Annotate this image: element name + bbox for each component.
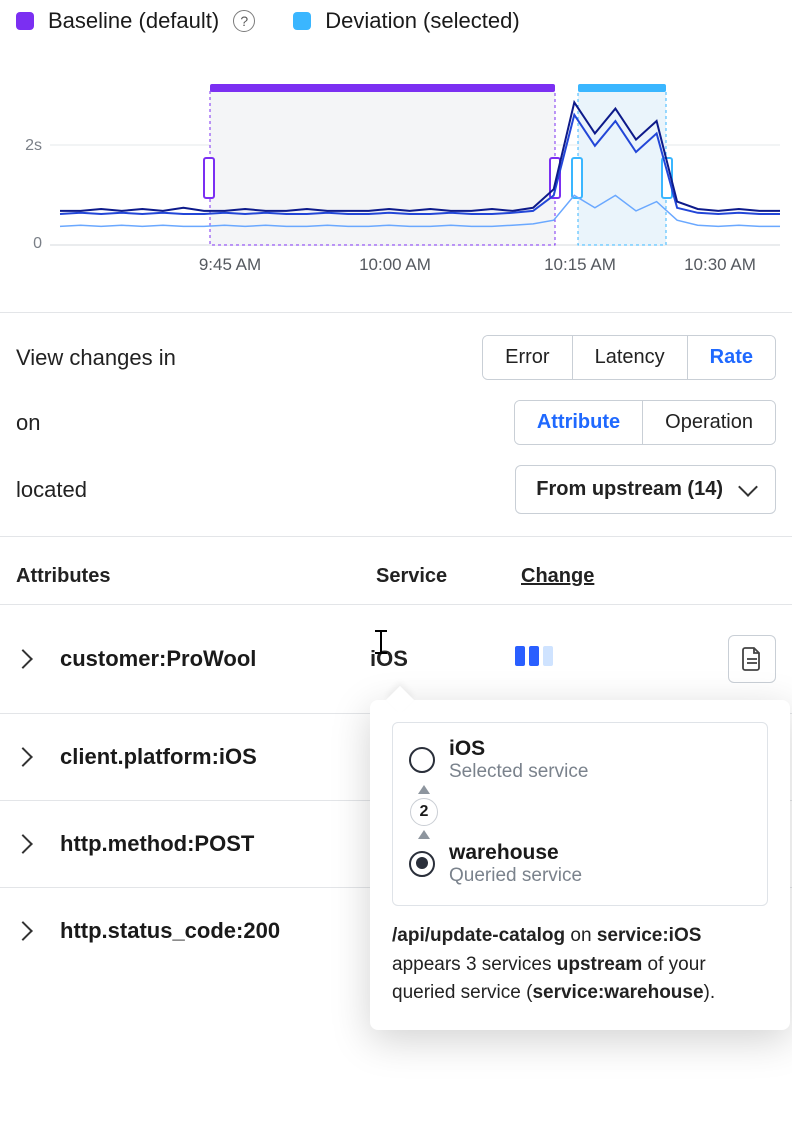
deviation-swatch [293,12,311,30]
expand-chevron-icon[interactable] [13,747,33,767]
chart-svg: 2s 0 9:45 AM 10:00 AM 10:15 AM 10:30 AM [0,50,792,280]
location-dropdown[interactable]: From upstream (14) [515,465,776,514]
groupby-attribute[interactable]: Attribute [515,401,642,444]
hop-count: 2 [410,798,438,826]
document-icon [741,646,763,672]
deviation-label: Deviation (selected) [325,8,519,34]
divider-2 [0,536,792,537]
x-tick-0: 9:45 AM [199,255,261,274]
connector: 2 [409,785,439,839]
latency-chart[interactable]: 2s 0 9:45 AM 10:00 AM 10:15 AM 10:30 AM [0,40,792,300]
service-path-popover: iOS Selected service 2 warehouse Queried… [370,700,790,1030]
selected-service-name: iOS [449,737,588,761]
chart-legend: Baseline (default) ? Deviation (selected… [0,0,792,40]
deviation-selection[interactable] [578,90,666,245]
attributes-table-header: Attributes Service Change [0,549,792,605]
service-label: iOS [370,646,515,672]
attribute-label: http.method:POST [60,831,370,857]
label-located: located [16,477,87,503]
queried-service-icon [409,851,435,877]
change-bars [515,644,675,674]
deviation-handle-left[interactable] [572,158,582,198]
baseline-label: Baseline (default) [48,8,219,34]
baseline-handle-left[interactable] [204,158,214,198]
x-tick-2: 10:15 AM [544,255,616,274]
selected-service-subtitle: Selected service [449,761,588,783]
popover-description: /api/update-catalog on service:iOS appea… [392,922,768,1008]
control-view-changes: View changes in Error Latency Rate [0,325,792,390]
x-tick-3: 10:30 AM [684,255,756,274]
metric-error[interactable]: Error [483,336,571,379]
attribute-label: client.platform:iOS [60,744,370,770]
header-attributes: Attributes [16,565,376,588]
location-dropdown-label: From upstream (14) [536,478,723,501]
baseline-selection[interactable] [210,90,555,245]
control-on: on Attribute Operation [0,390,792,455]
arrow-up-icon [418,830,430,839]
label-on: on [16,410,40,436]
expand-chevron-icon[interactable] [13,649,33,669]
expand-chevron-icon[interactable] [13,921,33,941]
document-icon-button[interactable] [728,635,776,683]
attribute-label: customer:ProWool [60,646,370,672]
queried-service-subtitle: Queried service [449,865,582,887]
divider [0,312,792,313]
selected-service-icon [409,747,435,773]
x-tick-1: 10:00 AM [359,255,431,274]
metric-segmented: Error Latency Rate [482,335,776,380]
queried-service-name: warehouse [449,841,582,865]
metric-rate[interactable]: Rate [687,336,775,379]
baseline-swatch [16,12,34,30]
groupby-operation[interactable]: Operation [642,401,775,444]
popover-card: iOS Selected service 2 warehouse Queried… [392,722,768,906]
y-tick-2s: 2s [25,137,42,154]
help-icon[interactable]: ? [233,10,255,32]
chevron-down-icon [738,477,758,497]
header-service: Service [376,565,521,588]
metric-latency[interactable]: Latency [572,336,687,379]
header-change[interactable]: Change [521,565,681,588]
attribute-label: http.status_code:200 [60,918,370,944]
groupby-segmented: Attribute Operation [514,400,776,445]
control-located: located From upstream (14) [0,455,792,524]
expand-chevron-icon[interactable] [13,834,33,854]
label-view-changes: View changes in [16,345,176,371]
y-tick-0: 0 [33,235,42,252]
arrow-up-icon [418,785,430,794]
